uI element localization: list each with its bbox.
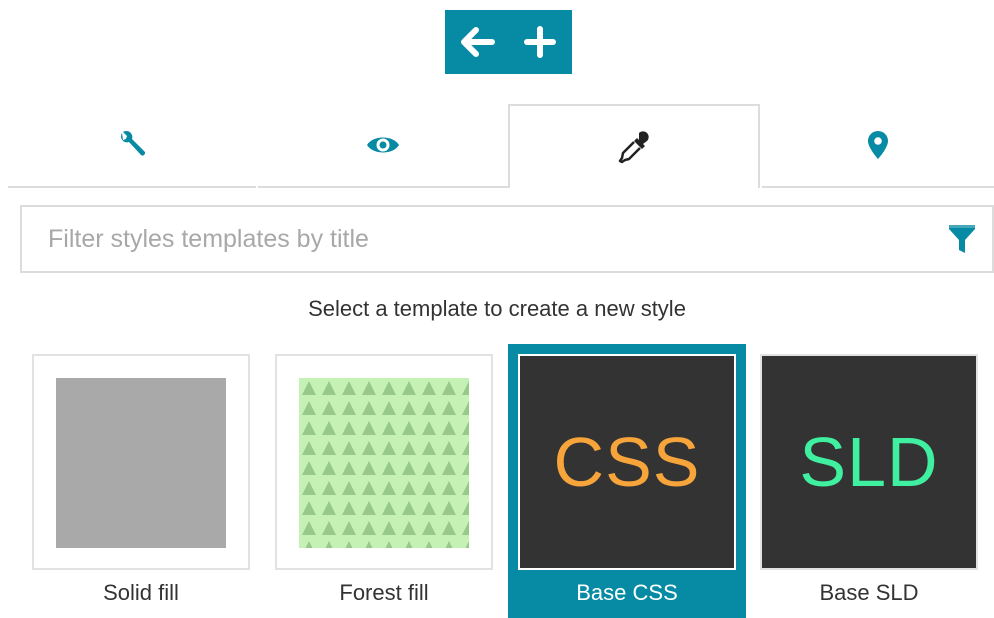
forest-pattern-swatch: [299, 378, 469, 548]
tab-location[interactable]: [762, 104, 994, 188]
tab-settings[interactable]: [8, 104, 256, 188]
template-label: Base CSS: [576, 580, 678, 605]
filter-button[interactable]: [932, 207, 992, 271]
template-card-base-css[interactable]: CSS Base CSS: [508, 344, 746, 618]
arrow-left-icon: [460, 27, 495, 57]
tab-preview[interactable]: [258, 104, 508, 188]
solid-fill-swatch: [56, 378, 226, 548]
eye-icon: [367, 137, 399, 153]
filter-input[interactable]: [22, 207, 932, 271]
template-card-base-sld[interactable]: SLD Base SLD: [750, 344, 988, 618]
toolbar: [445, 10, 572, 74]
tab-bar: [8, 104, 994, 188]
eyedropper-icon: [618, 131, 649, 164]
template-preview: CSS: [518, 354, 736, 570]
template-list: Solid fill Forest fill CSS Base CSS SLD: [22, 344, 994, 618]
tab-style-templates[interactable]: [508, 104, 760, 188]
plus-icon: [523, 26, 556, 58]
template-label: Base SLD: [819, 580, 919, 605]
template-preview: SLD: [760, 354, 978, 570]
filter-icon: [949, 225, 975, 253]
template-preview: [32, 354, 250, 570]
template-card-forest-fill[interactable]: Forest fill: [265, 344, 503, 618]
map-marker-icon: [868, 131, 888, 159]
template-preview: [275, 354, 493, 570]
template-card-solid-fill[interactable]: Solid fill: [22, 344, 260, 618]
template-hint: Select a template to create a new style: [308, 296, 686, 321]
template-label: Solid fill: [103, 580, 179, 605]
wrench-icon: [120, 130, 145, 156]
template-label: Forest fill: [339, 580, 429, 605]
filter-bar: [20, 205, 994, 273]
add-button[interactable]: [522, 24, 558, 60]
sld-preview-text: SLD: [799, 423, 939, 501]
css-preview-text: CSS: [553, 423, 701, 501]
back-button[interactable]: [460, 24, 496, 60]
